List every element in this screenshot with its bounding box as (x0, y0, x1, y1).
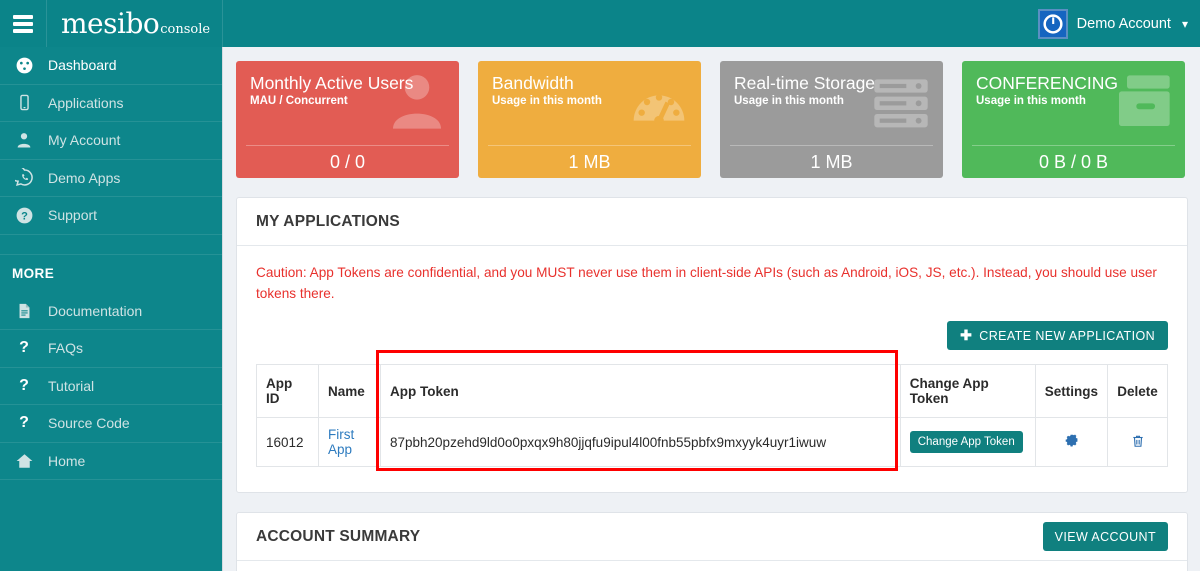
document-icon (0, 302, 48, 320)
stat-card-monthly-active-users[interactable]: Monthly Active Users MAU / Concurrent 0 … (236, 61, 459, 178)
change-app-token-button[interactable]: Change App Token (909, 431, 1023, 453)
question-mark-icon: ? (19, 414, 29, 432)
sidebar-nav: Dashboard Applications My Account Demo A… (0, 47, 223, 571)
brand-logo[interactable]: mesibo console (47, 0, 223, 47)
sidebar-label: Demo Apps (48, 169, 121, 186)
card-title: Monthly Active Users (250, 73, 414, 93)
column-header-delete: Delete (1107, 364, 1168, 418)
chevron-down-icon[interactable]: ▾ (1182, 17, 1188, 31)
sidebar-item-documentation[interactable]: Documentation (0, 293, 222, 330)
svg-text:?: ? (21, 210, 28, 222)
column-header-app-token: App Token (380, 364, 901, 418)
applications-table: App ID Name App Token Change App Token S… (256, 364, 1168, 467)
sidebar-item-home[interactable]: Home (0, 443, 222, 480)
table-header-row: App ID Name App Token Change App Token S… (256, 364, 1168, 418)
dashboard-icon (0, 56, 48, 75)
card-subtitle: Usage in this month (734, 95, 844, 107)
sidebar-item-support[interactable]: ? Support (0, 197, 222, 235)
trash-icon[interactable] (1131, 433, 1145, 452)
sidebar-item-faqs[interactable]: ? FAQs (0, 330, 222, 368)
panel-header: ACCOUNT SUMMARY VIEW ACCOUNT (237, 513, 1187, 561)
card-subtitle: MAU / Concurrent (250, 95, 348, 107)
chat-bubble-icon (0, 168, 48, 187)
applications-table-wrapper: App ID Name App Token Change App Token S… (237, 350, 1187, 492)
sidebar-item-applications[interactable]: Applications (0, 85, 222, 122)
account-summary-panel: ACCOUNT SUMMARY VIEW ACCOUNT (236, 512, 1188, 571)
column-header-change-app-token: Change App Token (899, 364, 1036, 418)
hamburger-bar (13, 14, 33, 19)
cell-name: First App (318, 417, 381, 467)
column-header-settings: Settings (1034, 364, 1109, 418)
brand-subtitle: console (160, 22, 211, 37)
stat-cards: Monthly Active Users MAU / Concurrent 0 … (236, 61, 1188, 178)
cell-settings (1034, 417, 1109, 467)
account-name-label: Demo Account (1076, 15, 1171, 32)
home-icon (0, 452, 48, 470)
sidebar-label: Dashboard (48, 57, 117, 74)
stat-card-conferencing[interactable]: CONFERENCING Usage in this month 0 B / 0… (962, 61, 1185, 178)
power-logo-icon (1037, 8, 1068, 39)
app-name-link[interactable]: First App (328, 427, 354, 457)
table-row: 16012 First App 87pbh20pzehd9ld0o0pxqx9h… (256, 417, 1168, 467)
column-header-name: Name (318, 364, 381, 418)
sidebar-label: Source Code (48, 415, 130, 432)
card-value: 1 MB (488, 145, 691, 178)
my-applications-panel: MY APPLICATIONS Caution: App Tokens are … (236, 197, 1188, 493)
top-header-bar: mesibo console Demo Account ▾ (0, 0, 1200, 47)
sidebar-label: Tutorial (48, 377, 95, 394)
main-content: Monthly Active Users MAU / Concurrent 0 … (223, 47, 1200, 571)
mesibo-console-page: mesibo console Demo Account ▾ Dashboard … (0, 0, 1200, 571)
account-menu[interactable]: Demo Account ▾ (1037, 0, 1188, 47)
cell-app-token[interactable]: 87pbh20pzehd9ld0o0pxqx9h80jjqfu9ipul4l00… (380, 417, 901, 467)
account-summary-title: ACCOUNT SUMMARY (256, 527, 421, 545)
sidebar-item-my-account[interactable]: My Account (0, 122, 222, 160)
create-button-label: CREATE NEW APPLICATION (979, 328, 1155, 343)
cell-delete (1107, 417, 1168, 467)
sidebar-divider (0, 235, 222, 255)
stat-card-bandwidth[interactable]: Bandwidth Usage in this month 1 MB (478, 61, 701, 178)
stat-card-real-time-storage[interactable]: Real-time Storage Usage in this month 1 … (720, 61, 943, 178)
hamburger-icon[interactable] (0, 0, 47, 47)
question-mark-icon: ? (19, 339, 29, 357)
user-icon (0, 131, 48, 149)
sidebar-label: Applications (48, 94, 124, 111)
sidebar-item-demo-apps[interactable]: Demo Apps (0, 160, 222, 197)
sidebar-label: FAQs (48, 340, 84, 357)
sidebar-label: Home (48, 452, 86, 469)
panel-header: MY APPLICATIONS (237, 198, 1187, 246)
hamburger-bar (13, 28, 33, 33)
create-button-row: ✚ CREATE NEW APPLICATION (237, 306, 1187, 350)
sidebar-label: My Account (48, 132, 121, 149)
card-subtitle: Usage in this month (976, 95, 1086, 107)
mobile-icon (0, 94, 48, 111)
sidebar-item-source-code[interactable]: ? Source Code (0, 405, 222, 443)
cell-change-app-token: Change App Token (899, 417, 1036, 467)
card-value: 1 MB (730, 145, 933, 178)
caution-text: Caution: App Tokens are confidential, an… (256, 265, 1157, 301)
brand-name: mesibo (61, 7, 160, 40)
plus-icon: ✚ (960, 327, 973, 343)
page-title: MY APPLICATIONS (256, 212, 400, 230)
card-value: 0 B / 0 B (972, 145, 1175, 178)
card-value: 0 / 0 (246, 145, 449, 178)
column-header-app-id: App ID (256, 364, 319, 418)
account-summary-table-wrapper (237, 561, 1187, 571)
sidebar-label: Support (48, 207, 98, 224)
cell-app-id: 16012 (256, 417, 319, 467)
card-subtitle: Usage in this month (492, 95, 602, 107)
card-title: Real-time Storage (734, 73, 876, 93)
gear-icon[interactable] (1064, 433, 1079, 451)
sidebar-item-dashboard[interactable]: Dashboard (0, 47, 222, 85)
card-title: CONFERENCING (976, 73, 1118, 93)
create-new-application-button[interactable]: ✚ CREATE NEW APPLICATION (947, 321, 1168, 350)
question-mark-icon: ? (19, 376, 29, 394)
sidebar-section-more: MORE (12, 266, 55, 281)
sidebar-item-tutorial[interactable]: ? Tutorial (0, 368, 222, 405)
hamburger-bar (13, 21, 33, 26)
sidebar-label: Documentation (48, 302, 143, 319)
card-title: Bandwidth (492, 73, 574, 93)
view-account-button[interactable]: VIEW ACCOUNT (1042, 522, 1168, 551)
question-circle-icon: ? (0, 206, 48, 225)
